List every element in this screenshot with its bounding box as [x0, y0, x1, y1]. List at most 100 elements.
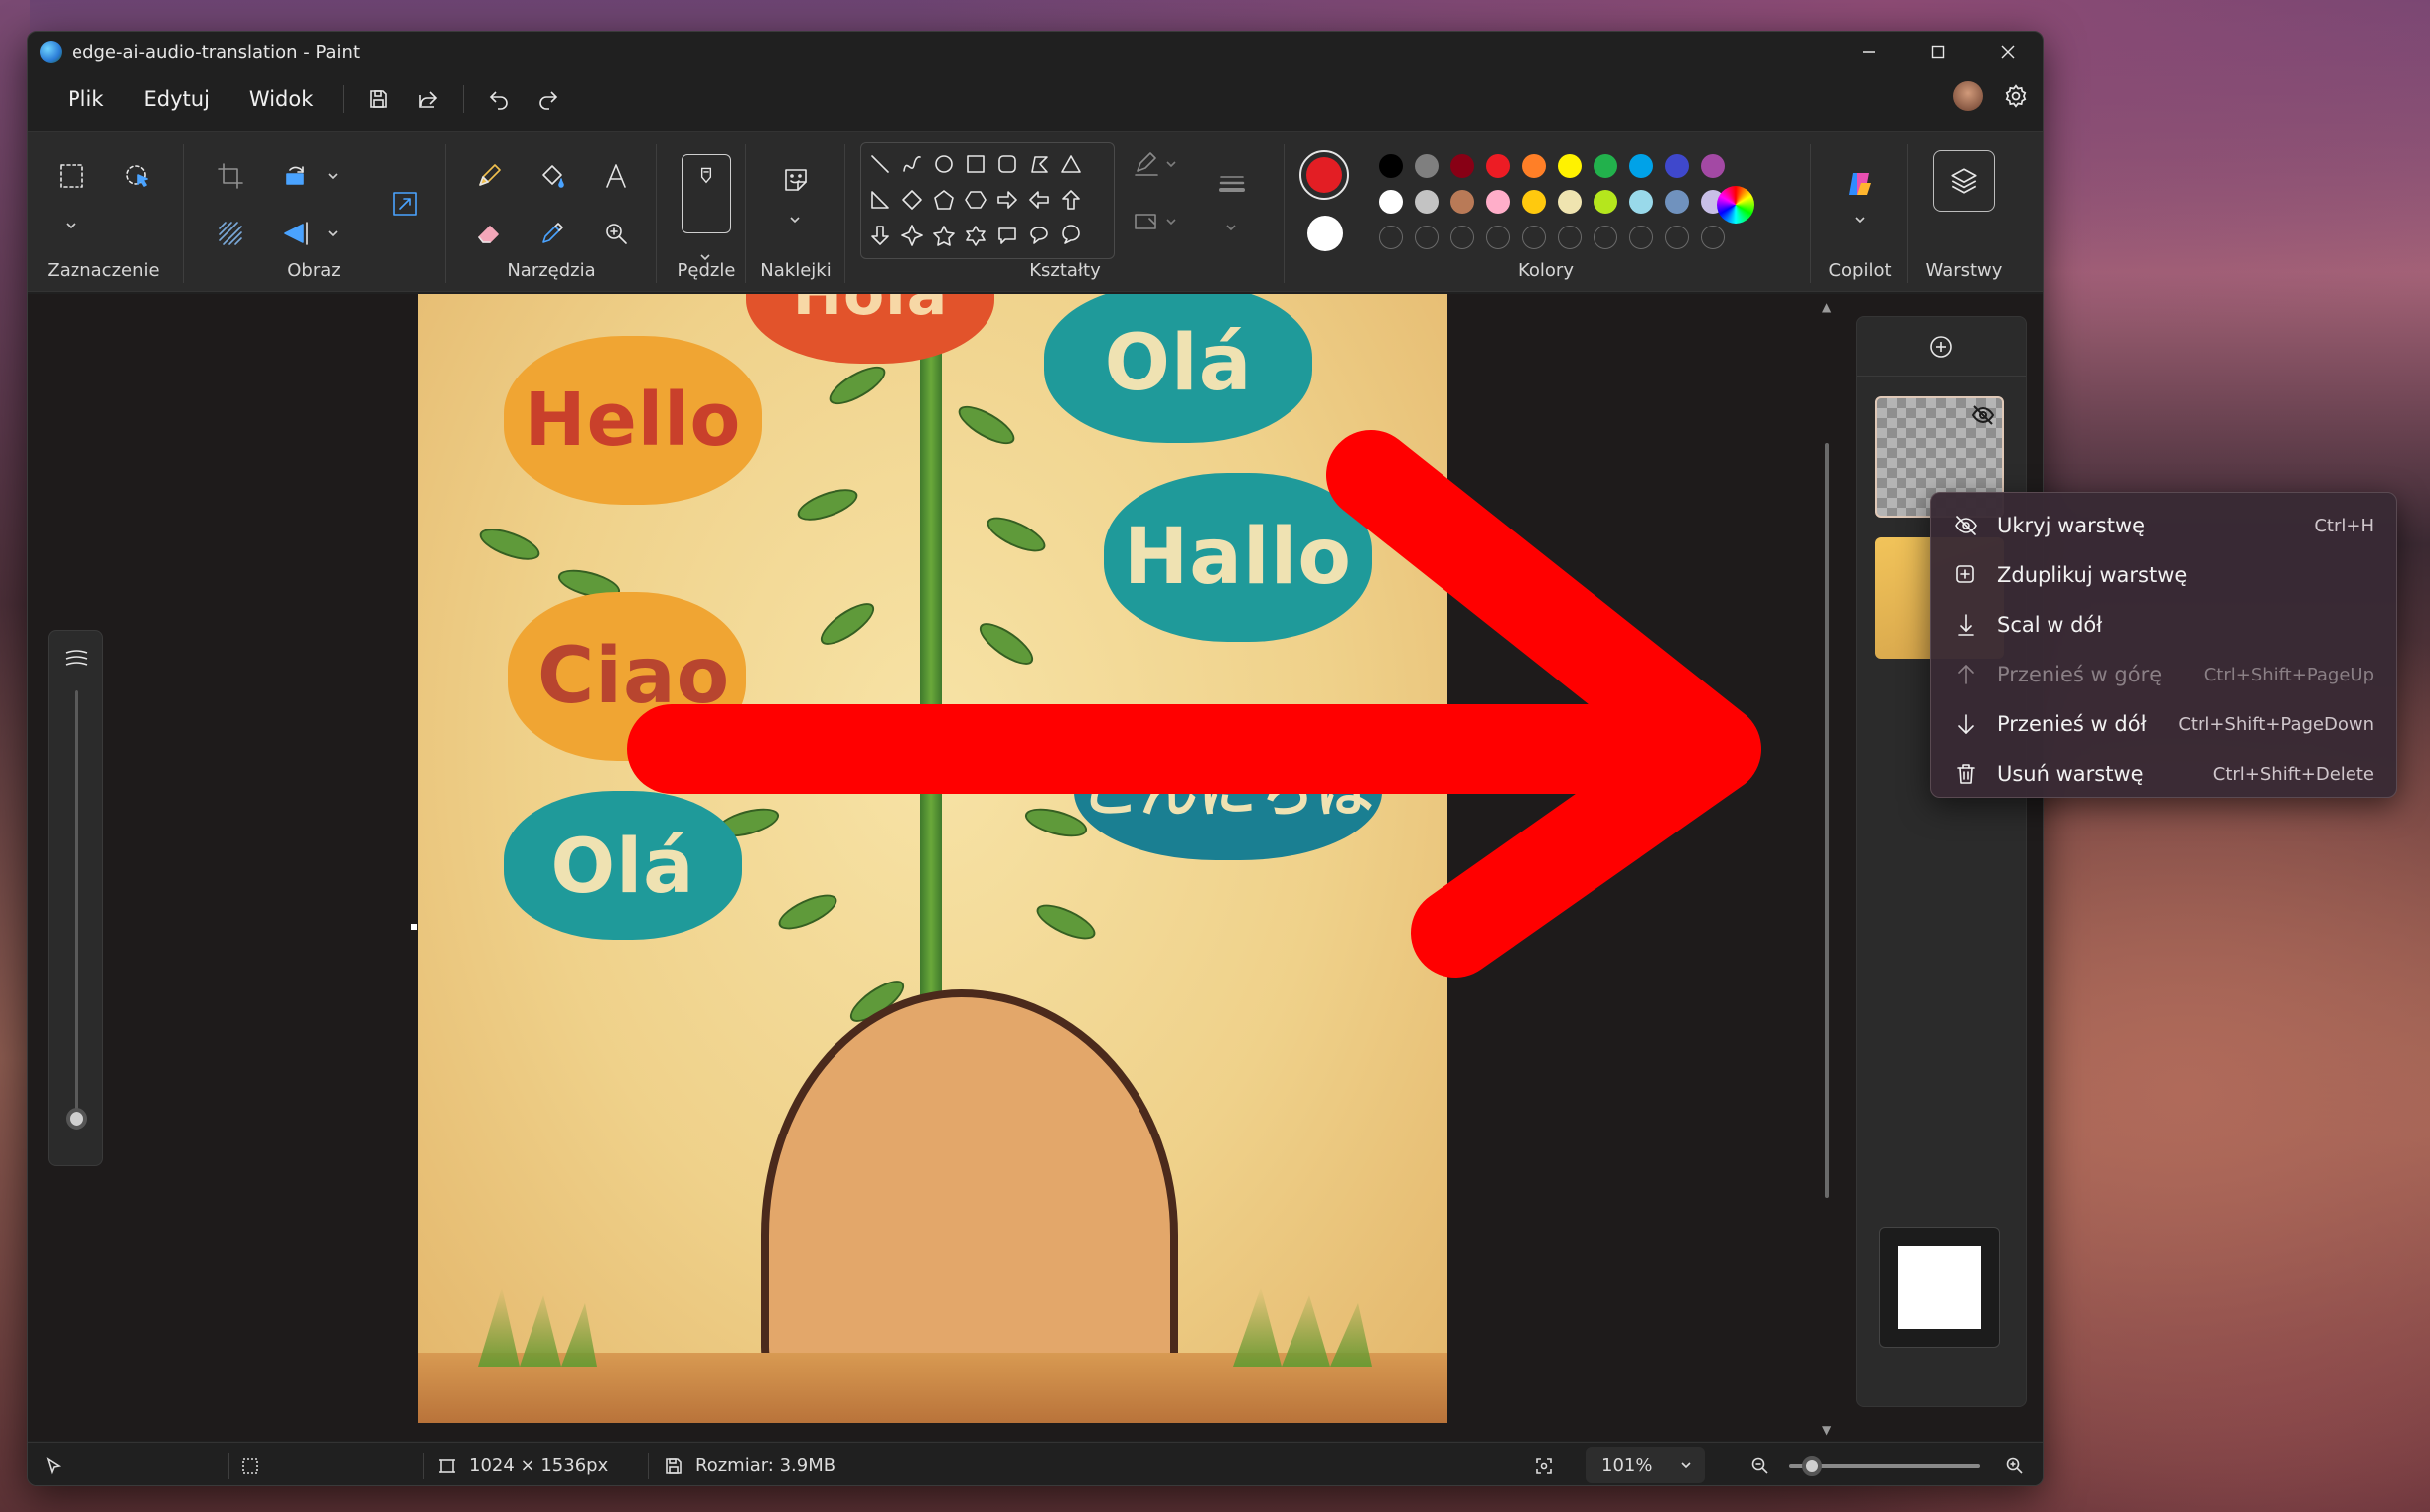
zoom-in-icon[interactable]	[2005, 1443, 2025, 1485]
brush-size-thumb[interactable]	[66, 1108, 87, 1130]
magnifier-icon[interactable]	[594, 212, 638, 255]
color-swatch[interactable]	[1522, 154, 1546, 178]
four-point-star-shape-icon[interactable]	[897, 221, 927, 250]
custom-color-slot[interactable]	[1629, 226, 1653, 249]
triangle-shape-icon[interactable]	[1056, 149, 1086, 179]
settings-gear-icon[interactable]	[1999, 79, 2033, 113]
oval-shape-icon[interactable]	[929, 149, 959, 179]
color-swatch[interactable]	[1629, 154, 1653, 178]
arrow-left-shape-icon[interactable]	[1024, 185, 1054, 215]
shape-fill-icon[interactable]	[1125, 200, 1168, 243]
color-swatch[interactable]	[1701, 154, 1725, 178]
custom-color-slot[interactable]	[1415, 226, 1439, 249]
callout-rect-shape-icon[interactable]	[992, 221, 1022, 250]
callout-cloud-shape-icon[interactable]	[1056, 221, 1086, 250]
line-size-icon[interactable]	[1210, 162, 1254, 206]
context-menu-item[interactable]: Zduplikuj warstwę	[1931, 550, 2396, 600]
free-select-icon[interactable]	[115, 154, 159, 198]
color-picker-icon[interactable]	[531, 212, 574, 255]
rounded-rectangle-shape-icon[interactable]	[992, 149, 1022, 179]
chevron-down-icon[interactable]	[1164, 214, 1180, 229]
context-menu-item[interactable]: Ukryj warstwę Ctrl+H	[1931, 501, 2396, 550]
background-layer[interactable]	[1879, 1227, 2000, 1348]
custom-color-slot[interactable]	[1558, 226, 1582, 249]
arrow-up-shape-icon[interactable]	[1056, 185, 1086, 215]
minimize-button[interactable]	[1834, 32, 1903, 72]
edit-colors-icon[interactable]	[1717, 186, 1754, 224]
share-icon[interactable]	[403, 76, 453, 122]
avatar[interactable]	[1953, 81, 1983, 111]
scroll-up-icon[interactable]: ▲	[1822, 300, 1831, 314]
curve-shape-icon[interactable]	[897, 149, 927, 179]
right-triangle-shape-icon[interactable]	[865, 185, 895, 215]
rectangle-select-icon[interactable]	[50, 154, 93, 198]
custom-color-slot[interactable]	[1522, 226, 1546, 249]
layers-button[interactable]	[1933, 150, 1995, 212]
fit-to-window-icon[interactable]	[1534, 1443, 1554, 1485]
pentagon-shape-icon[interactable]	[929, 185, 959, 215]
brushes-button[interactable]	[682, 154, 731, 233]
arrow-down-shape-icon[interactable]	[865, 221, 895, 250]
chevron-down-icon[interactable]	[1164, 156, 1180, 172]
crop-icon[interactable]	[209, 154, 252, 198]
eraser-icon[interactable]	[467, 212, 511, 255]
color-swatch[interactable]	[1594, 154, 1617, 178]
custom-color-slot[interactable]	[1486, 226, 1510, 249]
callout-oval-shape-icon[interactable]	[1024, 221, 1054, 250]
pencil-icon[interactable]	[467, 154, 511, 198]
image-effects-icon[interactable]	[209, 212, 252, 255]
chevron-down-icon[interactable]	[326, 226, 342, 241]
copilot-icon[interactable]	[1838, 162, 1882, 206]
text-tool-icon[interactable]	[594, 154, 638, 198]
color-swatch[interactable]	[1486, 154, 1510, 178]
chevron-down-icon[interactable]	[326, 168, 342, 184]
rotate-icon[interactable]	[274, 154, 318, 198]
context-menu-item[interactable]: Przenieś w dół Ctrl+Shift+PageDown	[1931, 699, 2396, 749]
custom-color-slot[interactable]	[1665, 226, 1689, 249]
menu-view[interactable]: Widok	[229, 77, 333, 121]
chevron-down-icon[interactable]	[1224, 220, 1240, 235]
color-swatch[interactable]	[1594, 190, 1617, 214]
save-icon[interactable]	[354, 76, 403, 122]
color-swatch[interactable]	[1450, 154, 1474, 178]
canvas-resize-handle[interactable]	[411, 924, 417, 930]
close-button[interactable]	[1973, 32, 2043, 72]
menu-edit[interactable]: Edytuj	[124, 77, 229, 121]
zoom-out-icon[interactable]	[1750, 1443, 1770, 1485]
chevron-down-icon[interactable]	[64, 218, 79, 233]
secondary-color-swatch[interactable]	[1307, 216, 1343, 251]
rectangle-shape-icon[interactable]	[961, 149, 990, 179]
color-swatch[interactable]	[1665, 154, 1689, 178]
vertical-scrollbar[interactable]: ▲ ▼	[1822, 294, 1832, 1441]
polygon-shape-icon[interactable]	[1024, 149, 1054, 179]
fill-bucket-icon[interactable]	[531, 154, 574, 198]
custom-color-slot[interactable]	[1701, 226, 1725, 249]
primary-color-ring[interactable]	[1299, 150, 1349, 200]
custom-color-slot[interactable]	[1450, 226, 1474, 249]
add-layer-button[interactable]	[1857, 317, 2026, 377]
drawing-canvas[interactable]: Hola Hello Olá Hallo Ciao こんにちは Olá	[418, 294, 1447, 1423]
chevron-down-icon[interactable]	[788, 212, 804, 227]
color-swatch[interactable]	[1379, 190, 1403, 214]
custom-color-slot[interactable]	[1379, 226, 1403, 249]
hexagon-shape-icon[interactable]	[961, 185, 990, 215]
color-swatch[interactable]	[1379, 154, 1403, 178]
zoom-slider-thumb[interactable]	[1802, 1456, 1823, 1476]
context-menu-item[interactable]: Usuń warstwę Ctrl+Shift+Delete	[1931, 749, 2396, 799]
line-shape-icon[interactable]	[865, 149, 895, 179]
color-swatch[interactable]	[1415, 190, 1439, 214]
sticker-icon[interactable]	[774, 158, 818, 202]
color-swatch[interactable]	[1486, 190, 1510, 214]
diamond-shape-icon[interactable]	[897, 185, 927, 215]
undo-icon[interactable]	[474, 76, 524, 122]
outline-icon[interactable]	[1125, 142, 1168, 186]
custom-color-slot[interactable]	[1594, 226, 1617, 249]
brush-size-track[interactable]	[75, 690, 78, 1128]
color-swatch[interactable]	[1522, 190, 1546, 214]
color-swatch[interactable]	[1558, 190, 1582, 214]
five-point-star-shape-icon[interactable]	[929, 221, 959, 250]
color-swatch[interactable]	[1629, 190, 1653, 214]
menu-file[interactable]: Plik	[48, 77, 124, 121]
chevron-down-icon[interactable]	[1853, 212, 1869, 227]
six-point-star-shape-icon[interactable]	[961, 221, 990, 250]
